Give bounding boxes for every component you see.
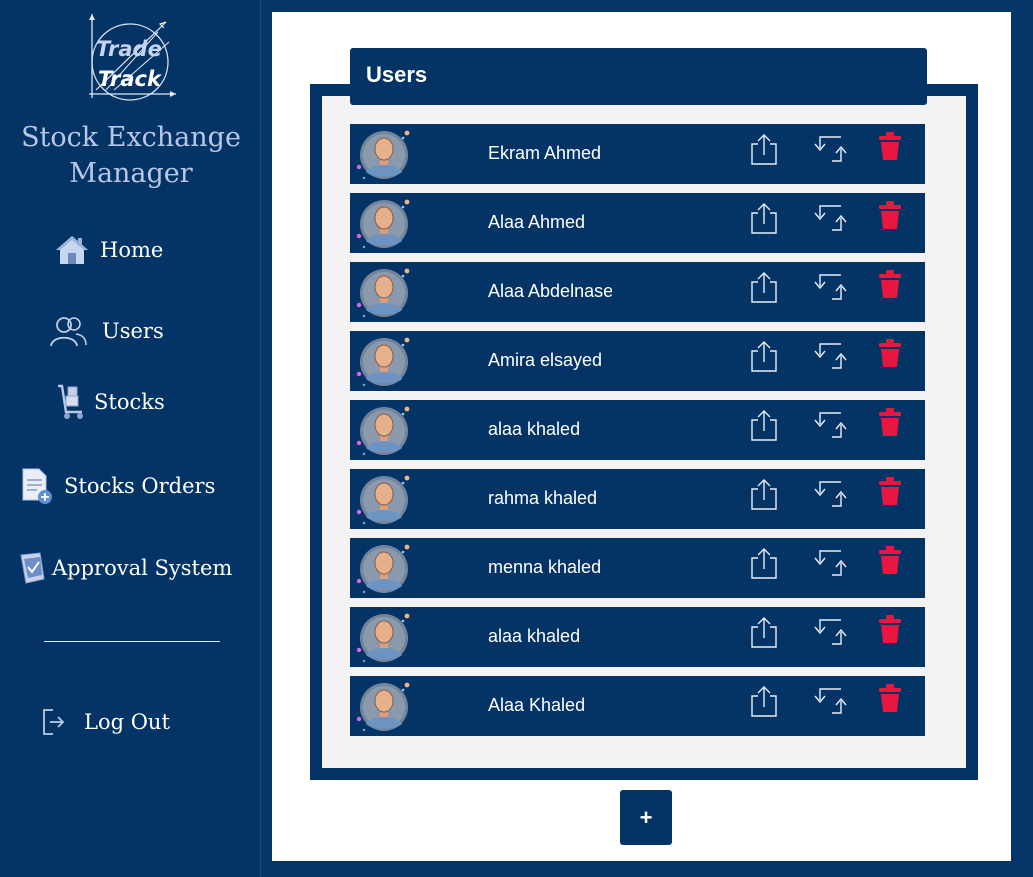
- user-row: alaa khaled: [350, 607, 925, 667]
- sidebar-item-users[interactable]: Users: [48, 311, 164, 351]
- sidebar-item-stocks[interactable]: Stocks: [50, 382, 165, 422]
- stocks-icon: [50, 382, 90, 422]
- share-icon[interactable]: [748, 269, 782, 307]
- share-icon[interactable]: [748, 545, 782, 583]
- user-name: menna khaled: [488, 557, 602, 577]
- delete-icon[interactable]: [876, 614, 910, 652]
- user-row: Alaa Abdelnaser: [350, 262, 925, 322]
- user-name: Amira elsayed: [488, 350, 603, 370]
- user-name: alaa khaled: [488, 626, 581, 646]
- share-icon[interactable]: [748, 407, 782, 445]
- user-name: alaa khaled: [488, 419, 581, 439]
- user-name: Alaa Khaled: [488, 695, 586, 715]
- avatar: [356, 199, 410, 249]
- app-title-line2: Manager: [69, 158, 193, 189]
- svg-text:Track: Track: [98, 67, 163, 91]
- swap-icon[interactable]: [812, 407, 847, 445]
- add-user-button[interactable]: +: [620, 790, 672, 845]
- swap-icon[interactable]: [812, 338, 847, 376]
- main-content: Users Ekram Ahmed Alaa Ahmed Alaa Abdeln…: [272, 12, 1011, 861]
- user-name: rahma khaled: [488, 488, 598, 508]
- share-icon[interactable]: [748, 683, 782, 721]
- avatar: [356, 613, 410, 663]
- sidebar-item-label: Stocks: [94, 390, 165, 414]
- swap-icon[interactable]: [812, 683, 847, 721]
- share-icon[interactable]: [748, 200, 782, 238]
- user-row: Amira elsayed: [350, 331, 925, 391]
- user-name: Alaa Abdelnaser: [488, 281, 612, 301]
- swap-icon[interactable]: [812, 476, 847, 514]
- swap-icon[interactable]: [812, 200, 847, 238]
- sidebar-divider: [44, 641, 220, 642]
- approval-icon: [18, 548, 48, 588]
- share-icon[interactable]: [748, 131, 782, 169]
- user-name: Ekram Ahmed: [488, 143, 602, 163]
- user-name: Alaa Ahmed: [488, 212, 586, 232]
- share-icon[interactable]: [748, 614, 782, 652]
- sidebar-item-label: Users: [102, 319, 164, 343]
- app-title-line1: Stock Exchange: [21, 122, 241, 153]
- delete-icon[interactable]: [876, 476, 910, 514]
- delete-icon[interactable]: [876, 338, 910, 376]
- avatar: [356, 130, 410, 180]
- avatar: [356, 268, 410, 318]
- swap-icon[interactable]: [812, 131, 847, 169]
- delete-icon[interactable]: [876, 269, 910, 307]
- avatar: [356, 475, 410, 525]
- delete-icon[interactable]: [876, 683, 910, 721]
- delete-icon[interactable]: [876, 545, 910, 583]
- users-panel-header: Users: [350, 48, 927, 105]
- share-icon[interactable]: [748, 338, 782, 376]
- avatar: [356, 682, 410, 732]
- delete-icon[interactable]: [876, 407, 910, 445]
- swap-icon[interactable]: [812, 545, 847, 583]
- app-title: Stock Exchange Manager: [0, 120, 262, 192]
- logout-button[interactable]: Log Out: [36, 702, 170, 742]
- user-row: Alaa Ahmed: [350, 193, 925, 253]
- user-row: rahma khaled: [350, 469, 925, 529]
- sidebar-item-label: Approval System: [52, 556, 233, 580]
- swap-icon[interactable]: [812, 614, 847, 652]
- share-icon[interactable]: [748, 476, 782, 514]
- sidebar-item-stocks-orders[interactable]: Stocks Orders: [16, 466, 215, 506]
- users-icon: [48, 311, 88, 351]
- delete-icon[interactable]: [876, 131, 910, 169]
- delete-icon[interactable]: [876, 200, 910, 238]
- avatar: [356, 337, 410, 387]
- trade-track-logo: Trade Track: [89, 14, 176, 101]
- panel-title: Users: [366, 62, 428, 87]
- sidebar-item-label: Stocks Orders: [64, 474, 216, 498]
- avatar: [356, 406, 410, 456]
- home-icon: [52, 230, 92, 270]
- sidebar-item-home[interactable]: Home: [52, 230, 163, 270]
- document-add-icon: [16, 466, 56, 506]
- svg-text:Trade: Trade: [96, 37, 162, 61]
- avatar: [356, 544, 410, 594]
- user-row: alaa khaled: [350, 400, 925, 460]
- swap-icon[interactable]: [812, 269, 847, 307]
- user-row: Ekram Ahmed: [350, 124, 925, 184]
- logout-label: Log Out: [84, 710, 170, 734]
- user-row: Alaa Khaled: [350, 676, 925, 736]
- sidebar: Trade Track Stock Exchange Manager Home: [0, 0, 261, 877]
- sidebar-item-label: Home: [100, 238, 164, 262]
- logout-icon: [36, 702, 70, 742]
- sidebar-item-approval-system[interactable]: Approval System: [18, 548, 232, 588]
- user-row: menna khaled: [350, 538, 925, 598]
